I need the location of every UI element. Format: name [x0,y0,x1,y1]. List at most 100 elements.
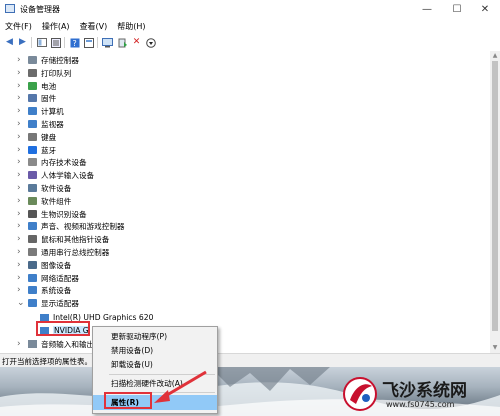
sound-icon [28,222,37,231]
expand-chevron-icon[interactable]: › [17,80,25,92]
expanded-chevron-icon[interactable]: ⌄ [17,297,25,309]
watermark-logo: 飞沙系统网 www.fs0745.com [342,374,498,416]
tree-item[interactable]: › 软件组件 [0,195,300,208]
tree-item-label: 软件组件 [41,196,72,206]
biometric-icon [28,209,37,218]
tree-item[interactable]: › 打印队列 [0,67,300,80]
tree-item[interactable]: › 系统设备 [0,284,300,297]
tree-item[interactable]: › 生物识别设备 [0,208,300,221]
annotation-arrow [154,370,207,403]
back-icon[interactable]: ◀ [4,37,15,48]
tree-item-label: 监视器 [41,120,64,129]
close-button[interactable]: ✕ [470,0,500,19]
properties-toolbar-icon[interactable] [50,37,61,48]
tree-item[interactable]: › 图像设备 [0,259,300,272]
expand-chevron-icon[interactable]: › [17,246,25,258]
expand-chevron-icon[interactable]: › [17,284,25,296]
expand-chevron-icon[interactable]: › [17,169,25,181]
menu-bar: 文件(F) 操作(A) 查看(V) 帮助(H) [0,19,500,34]
expand-chevron-icon[interactable]: › [17,54,25,66]
device-manager-icon [5,4,15,13]
help-icon[interactable]: ? [69,37,80,48]
mouse-icon [28,235,37,244]
tree-item-label: 电池 [41,81,57,91]
expand-chevron-icon[interactable]: › [17,272,25,284]
expand-chevron-icon[interactable]: › [17,208,25,220]
tree-item[interactable]: › 蓝牙 [0,144,300,157]
expand-chevron-icon[interactable]: › [17,220,25,232]
enable-device-icon[interactable] [145,37,156,48]
expand-chevron-icon[interactable]: › [17,92,25,104]
expand-chevron-icon[interactable]: › [17,118,25,130]
audio-io-icon [28,340,37,348]
tree-item[interactable]: › 计算机 [0,105,300,118]
software-component-icon [28,196,37,205]
tree-item[interactable]: › 声音、视频和游戏控制器 [0,220,300,233]
menu-disable-device[interactable]: 禁用设备(D) [93,344,217,357]
maximize-button[interactable]: ☐ [442,0,472,19]
tree-item[interactable]: › 人体学输入设备 [0,169,300,182]
expand-chevron-icon[interactable]: › [17,144,25,156]
brand-logo-icon [343,377,377,411]
tree-item[interactable]: › 内存技术设备 [0,156,300,169]
scroll-down-icon[interactable]: ▼ [490,343,500,353]
tree-item-label: 鼠标和其他指针设备 [41,235,110,245]
software-device-icon [28,184,37,192]
firmware-icon [28,94,37,103]
tree-item[interactable]: › 通用串行总线控制器 [0,246,300,259]
forward-icon[interactable]: ▶ [17,37,28,48]
expand-chevron-icon[interactable]: › [17,195,25,207]
expand-chevron-icon[interactable]: › [17,233,25,245]
menu-file[interactable]: 文件(F) [0,21,37,32]
menu-update-driver[interactable]: 更新驱动程序(P) [93,330,217,343]
tree-item[interactable]: › 键盘 [0,131,300,144]
view-icon[interactable] [83,37,94,48]
annotation-box-properties [104,392,152,409]
tree-item-label: 人体学输入设备 [41,171,95,181]
tree-item[interactable]: › 监视器 [0,118,300,131]
uninstall-icon[interactable]: ✕ [131,37,142,48]
tree-item-label: 显示适配器 [41,299,79,309]
tree-item[interactable]: › 软件设备 [0,182,300,195]
expand-chevron-icon[interactable]: › [17,131,25,143]
menu-help[interactable]: 帮助(H) [112,21,150,32]
tree-item-label: 声音、视频和游戏控制器 [41,222,125,232]
battery-icon [28,81,37,90]
tree-item-label: 蓝牙 [41,145,57,155]
menu-action[interactable]: 操作(A) [37,21,75,32]
bluetooth-icon [28,145,37,154]
scroll-up-icon[interactable]: ▲ [490,51,500,61]
minimize-button[interactable]: — [412,0,442,19]
tree-item-label: 生物识别设备 [41,209,87,219]
expand-chevron-icon[interactable]: › [17,105,25,117]
tree-item[interactable]: › 存储控制器 [0,54,300,67]
scroll-thumb[interactable] [492,61,498,331]
tree-item-label: 音频输入和输出 [41,340,95,349]
vertical-scrollbar[interactable]: ▲ ▼ [490,51,500,353]
expand-chevron-icon[interactable]: › [17,338,25,350]
device-tree: › 存储控制器 › 打印队列 › 电池 › 固件 › 计算机 › 监视器 › 键盘 › 蓝牙 › 内存技术设备 › 人… [0,51,490,353]
tree-item-label: 内存技术设备 [41,158,87,168]
status-bar: 打开当前选择项的属性表。 [0,353,500,368]
tree-item[interactable]: › 电池 [0,80,300,93]
network-icon [28,273,37,282]
expand-chevron-icon[interactable]: › [17,182,25,194]
annotation-box-nvidia [36,321,90,336]
menu-view[interactable]: 查看(V) [75,21,113,32]
tree-item[interactable]: › 网络适配器 [0,272,300,285]
scan-hardware-icon[interactable] [102,37,113,48]
tree-item-label: 打印队列 [41,68,72,78]
update-driver-icon[interactable] [117,37,128,48]
expand-chevron-icon[interactable]: › [17,67,25,79]
tree-item[interactable]: › 固件 [0,92,300,105]
printer-icon [28,68,37,77]
tree-item-label: 存储控制器 [41,56,79,65]
window-title: 设备管理器 [20,5,60,14]
show-hide-tree-icon[interactable] [36,37,47,48]
expand-chevron-icon[interactable]: › [17,259,25,271]
tree-item-label: 图像设备 [41,260,72,270]
expand-chevron-icon[interactable]: › [17,156,25,168]
computer-icon [28,107,37,116]
tree-item[interactable]: › 鼠标和其他指针设备 [0,233,300,246]
tree-item[interactable]: ⌄ 显示适配器 [0,297,300,310]
